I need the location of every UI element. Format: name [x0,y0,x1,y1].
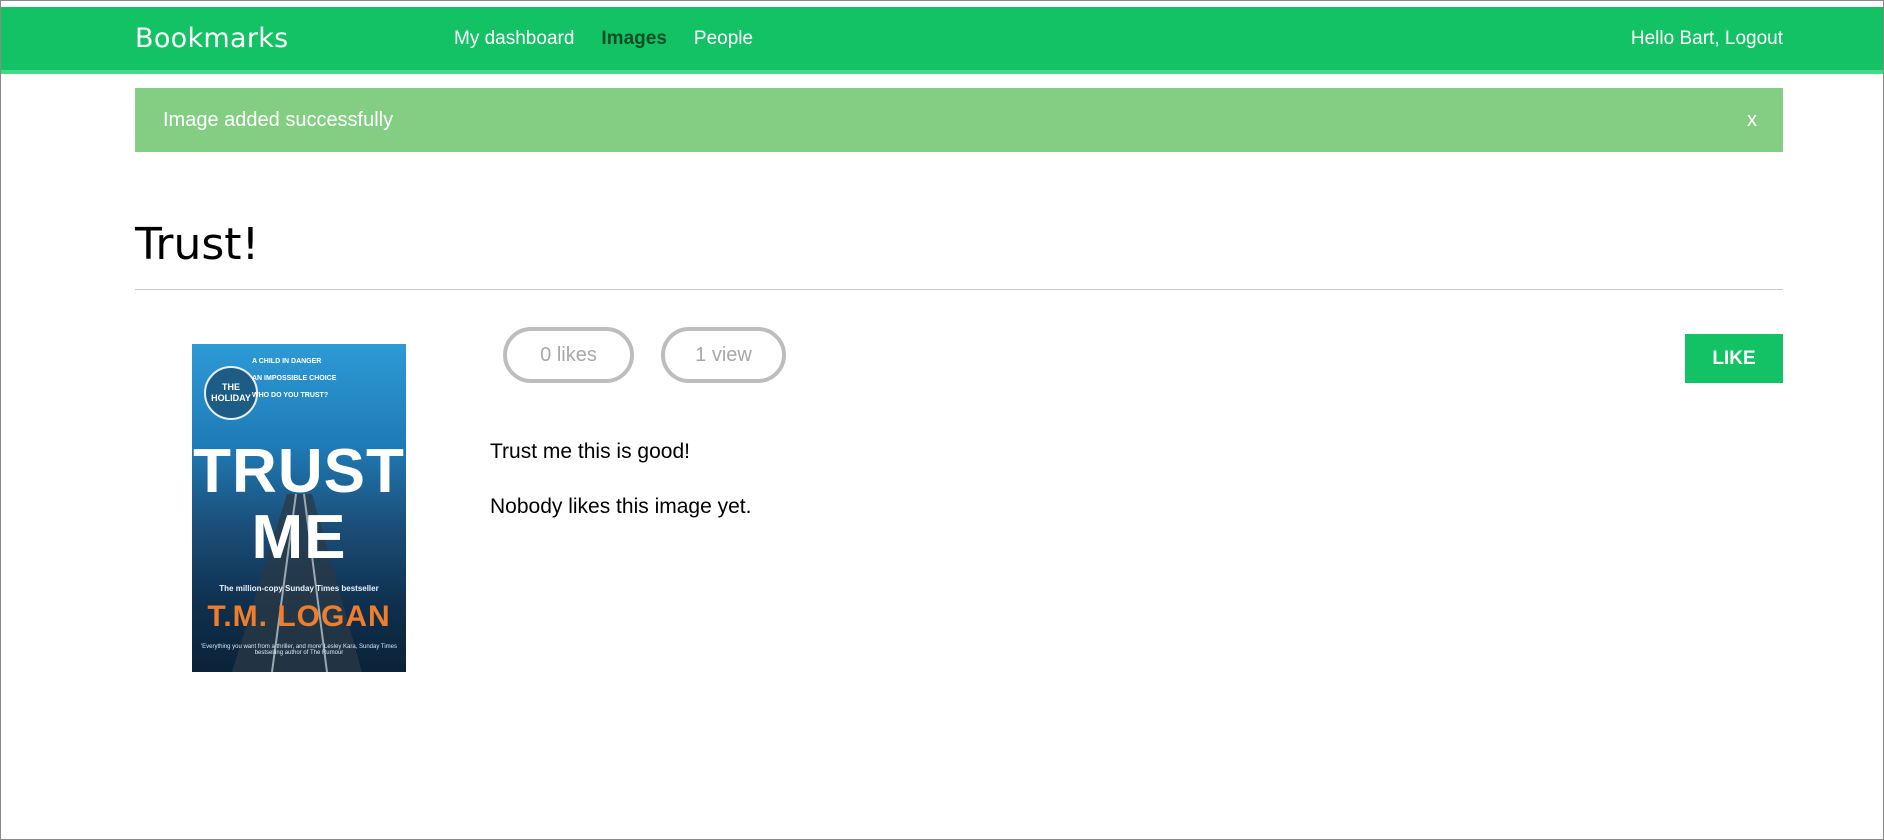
cover-tagline: A CHILD IN DANGER [252,358,322,365]
alert-message: Image added successfully [163,109,394,131]
cover-blurb: 'Everything you want from a thriller, an… [200,644,398,656]
cover-tagline: WHO DO YOU TRUST? [252,392,329,399]
like-button[interactable]: LIKE [1685,334,1783,383]
cover-author: T.M. LOGAN [207,600,391,633]
alert-close-button[interactable]: x [1747,109,1757,132]
nav-item-my-dashboard[interactable]: My dashboard [454,28,574,50]
cover-title-line1: TRUST [193,437,405,506]
cover-title-line2: ME [251,503,347,572]
likes-count-pill: 0 likes [503,327,634,383]
image-likers-text: Nobody likes this image yet. [490,495,752,518]
cover-tagline: AN IMPOSSIBLE CHOICE [252,375,337,382]
user-greeting: Hello Bart, [1630,28,1720,49]
title-divider [135,289,1783,290]
views-count-pill: 1 view [661,327,786,383]
success-alert: Image added successfully x [135,88,1783,152]
nav-item-people[interactable]: People [694,28,753,50]
brand-logo[interactable]: Bookmarks [135,23,289,54]
top-navbar: Bookmarks My dashboard Images People Hel… [1,7,1883,74]
cover-badge: THE HOLIDAY [204,366,258,420]
user-menu: Hello Bart, Logout [1631,28,1783,50]
image-title: Trust! [135,219,260,270]
logout-link[interactable]: Logout [1725,28,1783,49]
main-nav: My dashboard Images People [454,28,753,50]
image-thumbnail[interactable]: THE HOLIDAY A CHILD IN DANGER AN IMPOSSI… [192,344,406,672]
nav-item-images[interactable]: Images [601,28,666,50]
cover-quote: The million-copy Sunday Times bestseller [219,584,379,593]
image-description: Trust me this is good! [490,440,690,463]
